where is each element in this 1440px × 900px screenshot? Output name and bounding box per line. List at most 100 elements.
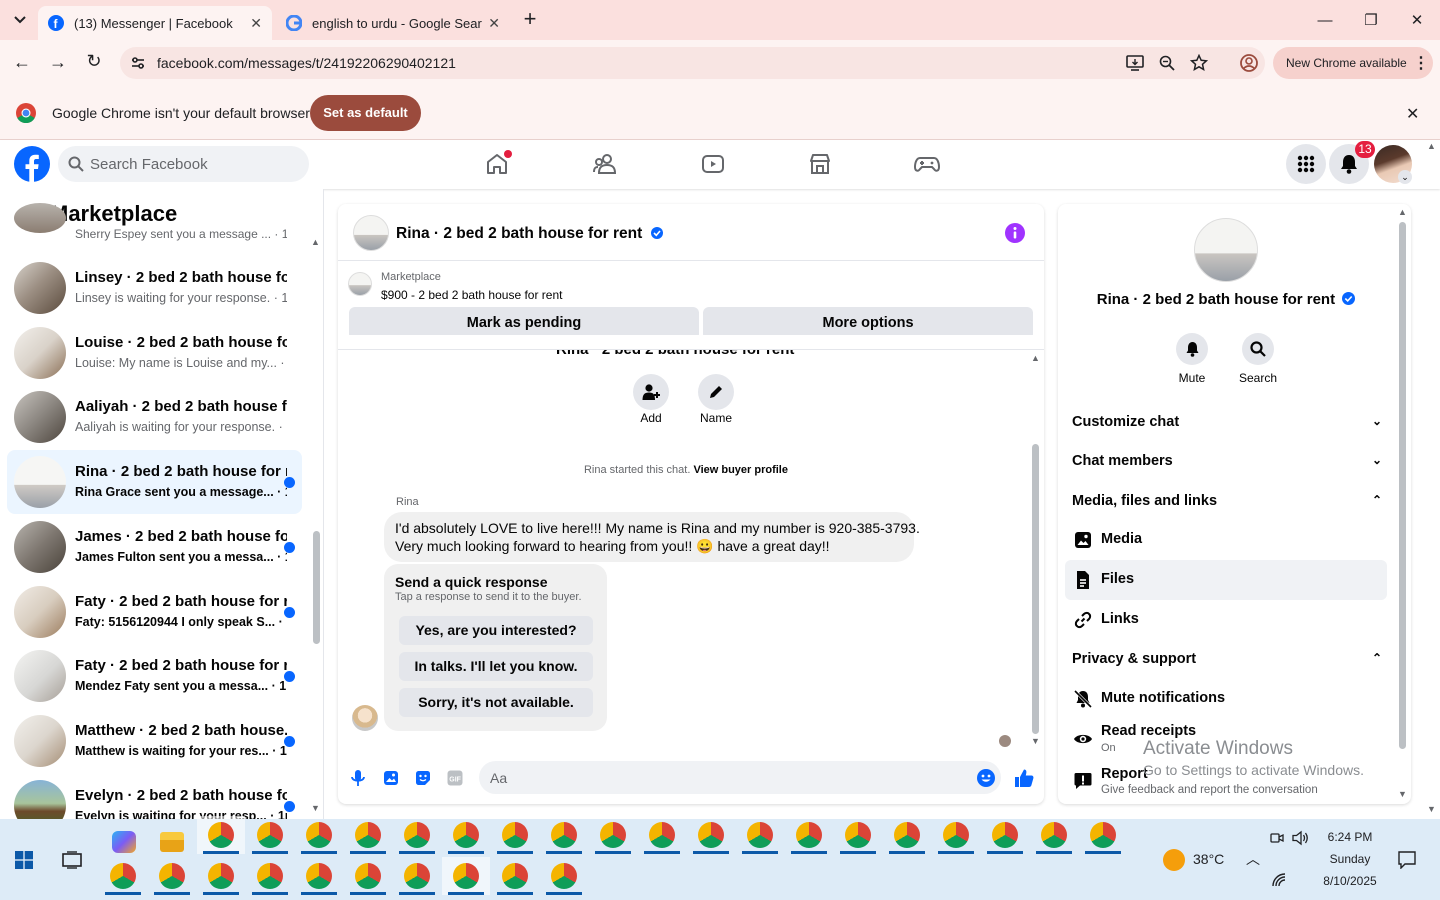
close-infobar-icon[interactable]: ✕ xyxy=(1406,104,1419,124)
task-view-icon[interactable] xyxy=(62,851,82,869)
chrome-window-button[interactable] xyxy=(442,857,490,895)
kebab-menu-icon[interactable]: ⋮ xyxy=(1413,53,1429,73)
media-files-links-section[interactable]: Media, files and links ⌃ xyxy=(1072,493,1382,509)
emoji-icon[interactable] xyxy=(977,769,995,787)
chrome-window-button[interactable] xyxy=(736,816,784,854)
conversation-info-icon[interactable] xyxy=(1005,223,1025,243)
message-bubble[interactable]: I'd absolutely LOVE to live here!!! My n… xyxy=(384,512,920,562)
chrome-window-button[interactable] xyxy=(197,857,245,895)
copilot-icon[interactable] xyxy=(112,831,136,853)
notification-center-icon[interactable] xyxy=(1398,851,1416,869)
chrome-window-button[interactable] xyxy=(197,816,245,854)
conversation-item[interactable]: Linsey · 2 bed 2 bath house for r... Lins… xyxy=(7,256,302,320)
conversation-item[interactable]: Faty · 2 bed 2 bath house for r... Mendez… xyxy=(7,644,302,708)
view-buyer-profile-link[interactable]: View buyer profile xyxy=(693,464,788,476)
files-item[interactable]: Files xyxy=(1065,560,1387,600)
mute-notifications-item[interactable]: Mute notifications xyxy=(1065,679,1387,719)
privacy-support-section[interactable]: Privacy & support ⌃ xyxy=(1072,651,1382,667)
site-settings-icon[interactable] xyxy=(130,55,146,71)
conversation-item[interactable]: Sherry Espey sent you a message ... · 1m xyxy=(7,203,302,247)
chrome-window-button[interactable] xyxy=(834,816,882,854)
mute-button[interactable] xyxy=(1176,333,1208,365)
links-item[interactable]: Links xyxy=(1065,600,1387,640)
chat-title[interactable]: Rina · 2 bed 2 bath house for rent xyxy=(396,225,663,243)
conversation-item[interactable]: Rina · 2 bed 2 bath house for r... Rina G… xyxy=(7,450,302,515)
chrome-window-button[interactable] xyxy=(393,816,441,854)
right-scroll-up-arrow[interactable]: ▲ xyxy=(1398,207,1407,217)
chat-avatar[interactable] xyxy=(353,215,389,251)
new-tab-button[interactable]: + xyxy=(518,8,542,32)
quick-response-option[interactable]: Yes, are you interested? xyxy=(399,616,593,645)
nav-video[interactable] xyxy=(698,150,728,178)
right-scrollbar-thumb[interactable] xyxy=(1399,222,1406,749)
chrome-window-button[interactable] xyxy=(540,857,588,895)
chrome-window-button[interactable] xyxy=(246,816,294,854)
left-scrollbar-thumb[interactable] xyxy=(313,531,320,644)
new-chrome-available-button[interactable]: New Chrome available ⋮ xyxy=(1273,47,1433,79)
account-chevron-icon[interactable]: ⌄ xyxy=(1398,170,1412,184)
message-composer-input[interactable]: Aa xyxy=(479,761,1001,794)
meet-now-icon[interactable] xyxy=(1270,831,1284,845)
right-scroll-down-arrow[interactable]: ▼ xyxy=(1398,789,1407,799)
zoom-icon[interactable] xyxy=(1159,55,1175,71)
quick-response-option[interactable]: In talks. I'll let you know. xyxy=(399,652,593,681)
facebook-logo-icon[interactable] xyxy=(14,146,50,182)
reload-button[interactable]: ↻ xyxy=(82,51,106,73)
chrome-window-button[interactable] xyxy=(393,857,441,895)
file-explorer-icon[interactable] xyxy=(160,832,184,852)
maximize-button[interactable]: ❐ xyxy=(1348,0,1394,40)
conversation-item[interactable]: Aaliyah · 2 bed 2 bath house for... Aaliy… xyxy=(7,385,302,449)
nav-friends[interactable] xyxy=(590,150,620,178)
add-people-button[interactable] xyxy=(633,374,669,410)
sender-avatar[interactable] xyxy=(352,705,378,731)
conversation-item[interactable]: Evelyn · 2 bed 2 bath house fo... Evelyn … xyxy=(7,774,302,819)
chrome-window-button[interactable] xyxy=(1030,816,1078,854)
quick-response-option[interactable]: Sorry, it's not available. xyxy=(399,688,593,717)
address-bar[interactable]: facebook.com/messages/t/2419220629040212… xyxy=(120,47,1265,79)
chat-scroll-up-arrow[interactable]: ▲ xyxy=(1031,353,1040,363)
customize-chat-section[interactable]: Customize chat ⌄ xyxy=(1072,414,1382,430)
chrome-window-button[interactable] xyxy=(99,857,147,895)
install-app-icon[interactable] xyxy=(1126,55,1144,71)
set-as-default-button[interactable]: Set as default xyxy=(310,95,421,131)
search-in-conversation-button[interactable] xyxy=(1242,333,1274,365)
chrome-window-button[interactable] xyxy=(1079,816,1127,854)
conversation-item[interactable]: Louise · 2 bed 2 bath house for ... Louis… xyxy=(7,321,302,385)
microphone-icon[interactable] xyxy=(350,769,366,787)
chrome-window-button[interactable] xyxy=(442,816,490,854)
nav-marketplace[interactable] xyxy=(805,150,835,178)
clock-day[interactable]: Sunday xyxy=(1316,852,1384,866)
tab-google-search[interactable]: english to urdu - Google Search ✕ xyxy=(276,6,510,40)
back-button[interactable]: ← xyxy=(10,52,34,74)
conversation-item[interactable]: Faty · 2 bed 2 bath house for r... Faty: … xyxy=(7,580,302,644)
temperature[interactable]: 38°C xyxy=(1193,851,1224,867)
nav-home[interactable] xyxy=(482,150,512,178)
listing-thumbnail[interactable] xyxy=(348,272,372,296)
weather-sun-icon[interactable] xyxy=(1163,849,1185,871)
chat-scroll-down-arrow[interactable]: ▼ xyxy=(1031,736,1040,746)
photo-icon[interactable] xyxy=(383,770,399,786)
chat-scrollbar-thumb[interactable] xyxy=(1032,444,1039,734)
profile-icon[interactable] xyxy=(1239,53,1259,73)
network-icon[interactable] xyxy=(1271,872,1287,888)
chrome-window-button[interactable] xyxy=(491,816,539,854)
menu-button[interactable] xyxy=(1286,144,1326,184)
nav-gaming[interactable] xyxy=(912,150,942,178)
listing-price[interactable]: $900 - 2 bed 2 bath house for rent xyxy=(381,288,562,302)
chrome-window-button[interactable] xyxy=(148,857,196,895)
minimize-button[interactable]: — xyxy=(1302,0,1348,40)
show-hidden-icons-chevron-icon[interactable]: ︿ xyxy=(1246,849,1260,869)
thumbs-up-icon[interactable] xyxy=(1014,768,1034,788)
windows-start-icon[interactable] xyxy=(15,851,33,869)
close-tab-icon[interactable]: ✕ xyxy=(250,15,262,32)
left-scroll-up-arrow[interactable]: ▲ xyxy=(311,237,320,247)
chrome-window-button[interactable] xyxy=(491,857,539,895)
chrome-window-button[interactable] xyxy=(295,857,343,895)
chat-members-section[interactable]: Chat members ⌄ xyxy=(1072,453,1382,469)
gif-icon[interactable]: GIF xyxy=(447,770,463,786)
page-scroll-up-arrow[interactable]: ▲ xyxy=(1427,141,1436,151)
tab-search-button[interactable] xyxy=(8,8,32,32)
close-tab-icon[interactable]: ✕ xyxy=(488,15,500,32)
chrome-window-button[interactable] xyxy=(932,816,980,854)
chrome-window-button[interactable] xyxy=(638,816,686,854)
